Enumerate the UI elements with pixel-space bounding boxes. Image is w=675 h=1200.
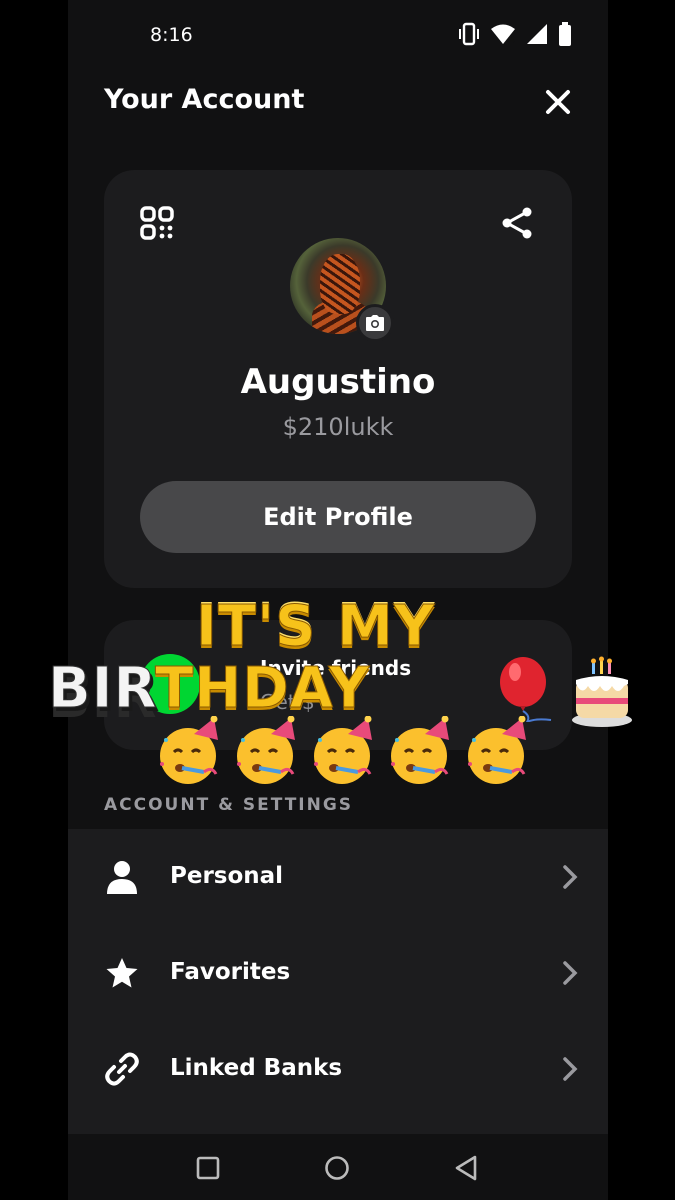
partying-face-icon	[391, 716, 449, 784]
page-title: Your Account	[104, 84, 305, 115]
home-button[interactable]	[321, 1152, 353, 1184]
camera-icon	[366, 315, 384, 331]
qr-code-icon	[140, 206, 174, 240]
close-icon	[546, 90, 570, 114]
circle-icon	[325, 1156, 349, 1180]
share-icon	[502, 207, 532, 239]
close-button[interactable]	[538, 82, 578, 122]
signal-icon	[527, 24, 547, 44]
status-bar: 8:16	[68, 0, 608, 70]
partying-face-icon	[468, 716, 526, 784]
partying-face-icon	[237, 716, 295, 784]
chevron-right-icon	[563, 961, 578, 985]
wifi-icon	[491, 24, 515, 44]
share-button[interactable]	[500, 206, 536, 242]
balloon-icon	[500, 657, 552, 722]
vibrate-icon	[459, 22, 479, 46]
back-button[interactable]	[450, 1152, 482, 1184]
settings-item-linked-banks[interactable]: Linked Banks	[68, 1021, 608, 1117]
invite-title: Invite friends	[260, 656, 412, 680]
profile-card: Augustino $210lukk Edit Profile	[104, 170, 572, 588]
partying-face-row	[156, 716, 532, 786]
qr-code-button[interactable]	[140, 206, 176, 242]
invite-icon	[140, 654, 200, 714]
settings-item-label: Personal	[170, 863, 284, 889]
square-icon	[196, 1156, 220, 1180]
settings-item-label: Linked Banks	[170, 1055, 343, 1081]
chevron-right-icon	[563, 865, 578, 889]
back-triangle-icon	[455, 1155, 477, 1181]
link-icon	[102, 1049, 142, 1089]
partying-face-icon	[314, 716, 372, 784]
edit-profile-button[interactable]: Edit Profile	[140, 481, 536, 553]
person-icon	[102, 857, 142, 897]
settings-item-personal[interactable]: Personal	[68, 829, 608, 925]
birthday-cake-icon	[572, 656, 632, 727]
settings-item-favorites[interactable]: Favorites	[68, 925, 608, 1021]
invite-subtitle: Get $	[260, 690, 315, 714]
change-photo-button[interactable]	[356, 304, 394, 342]
partying-face-icon	[160, 716, 218, 784]
profile-cashtag: $210lukk	[282, 413, 394, 441]
status-icons	[458, 22, 572, 46]
settings-item-label: Favorites	[170, 959, 291, 985]
section-label: ACCOUNT & SETTINGS	[104, 795, 354, 815]
star-icon	[102, 953, 142, 993]
system-nav-bar	[68, 1134, 608, 1200]
account-header: Your Account	[68, 70, 608, 134]
chevron-right-icon	[563, 1057, 578, 1081]
status-time: 8:16	[150, 24, 193, 46]
app-screen: 8:16 Your Account Augustino $210lukk Edi…	[68, 0, 608, 1200]
settings-list: Personal Favorites Linked Banks	[68, 829, 608, 1134]
battery-icon	[559, 22, 571, 46]
avatar-figure-head	[320, 254, 360, 314]
recents-button[interactable]	[192, 1152, 224, 1184]
profile-name: Augustino	[240, 362, 436, 402]
